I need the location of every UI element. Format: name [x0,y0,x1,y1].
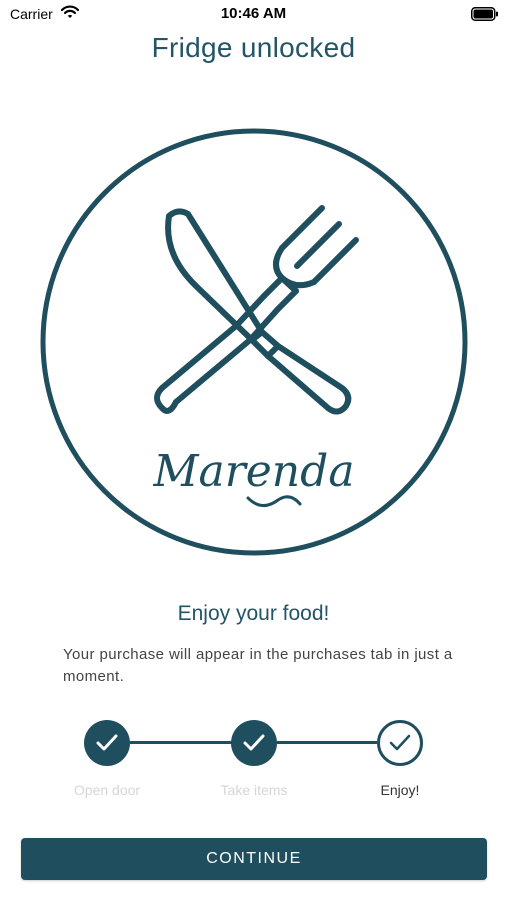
continue-button[interactable]: CONTINUE [21,838,487,880]
page-title: Fridge unlocked [151,32,356,63]
step-2-check-icon [231,720,277,766]
battery-icon [471,7,499,26]
step-2-label: Take items [220,782,288,798]
progress-stepper: Open door Take items Enjoy! [0,715,507,805]
step-1-check-icon [84,720,130,766]
brand-logo: Marenda [38,126,470,563]
success-heading: Enjoy your food! [177,602,330,625]
success-message: Your purchase will appear in the purchas… [63,646,453,685]
step-connector [277,741,377,744]
step-3-label: Enjoy! [380,782,420,798]
knife-and-fork-icon: Marenda [40,128,468,556]
status-bar: Carrier 10:46 AM [0,0,507,30]
step-3-check-icon [377,720,423,766]
clock-time: 10:46 AM [220,5,287,22]
step-1-label: Open door [73,782,141,798]
brand-name: Marenda [152,446,354,497]
step-connector [130,741,232,744]
